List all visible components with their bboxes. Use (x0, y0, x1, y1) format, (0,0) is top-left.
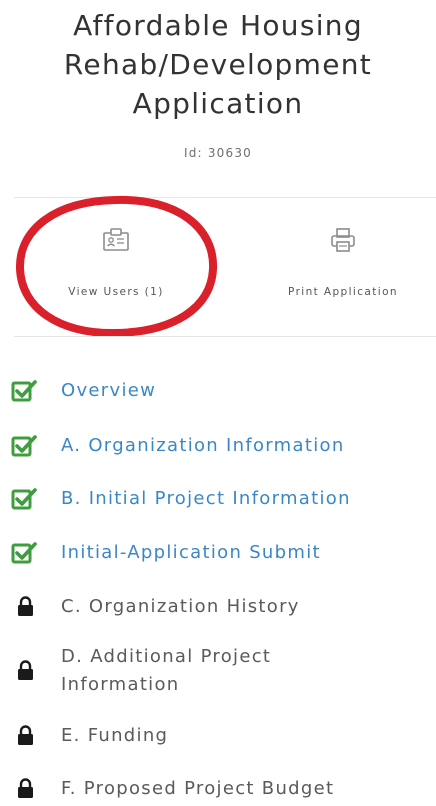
divider (14, 197, 436, 198)
title-line-2: Rehab/Development (63, 48, 373, 81)
title-line-3: Application (132, 87, 304, 120)
view-users-button[interactable]: View Users (1) (26, 225, 206, 315)
lock-icon (18, 778, 33, 798)
checked-checkbox-icon (11, 380, 37, 402)
view-users-label: View Users (1) (68, 286, 164, 298)
checked-checkbox-icon (11, 435, 37, 457)
print-application-button[interactable]: Print Application (253, 225, 433, 315)
lock-icon (18, 725, 33, 745)
application-id: Id: 30630 (184, 146, 252, 160)
section-label: C. Organization History (61, 596, 300, 617)
section-label: A. Organization Information (61, 435, 345, 456)
checked-checkbox-icon (11, 542, 37, 564)
section-label: F. Proposed Project Budget (61, 778, 335, 799)
section-label: Initial-Application Submit (61, 542, 321, 563)
section-label-line-2: Information (61, 674, 180, 695)
lock-icon (18, 596, 33, 616)
checked-checkbox-icon (11, 488, 37, 510)
section-label: Overview (61, 380, 157, 401)
section-label: B. Initial Project Information (61, 488, 351, 509)
users-card-icon (101, 225, 131, 255)
divider (14, 336, 436, 337)
section-label: D. Additional Project Information (61, 643, 361, 699)
print-application-label: Print Application (288, 286, 398, 298)
section-label-line-1: D. Additional Project (61, 646, 272, 667)
section-label: E. Funding (61, 725, 169, 746)
lock-icon (18, 660, 33, 680)
application-title: Affordable Housing Rehab/Development App… (0, 6, 436, 123)
printer-icon (328, 225, 358, 255)
title-line-1: Affordable Housing (73, 9, 363, 42)
